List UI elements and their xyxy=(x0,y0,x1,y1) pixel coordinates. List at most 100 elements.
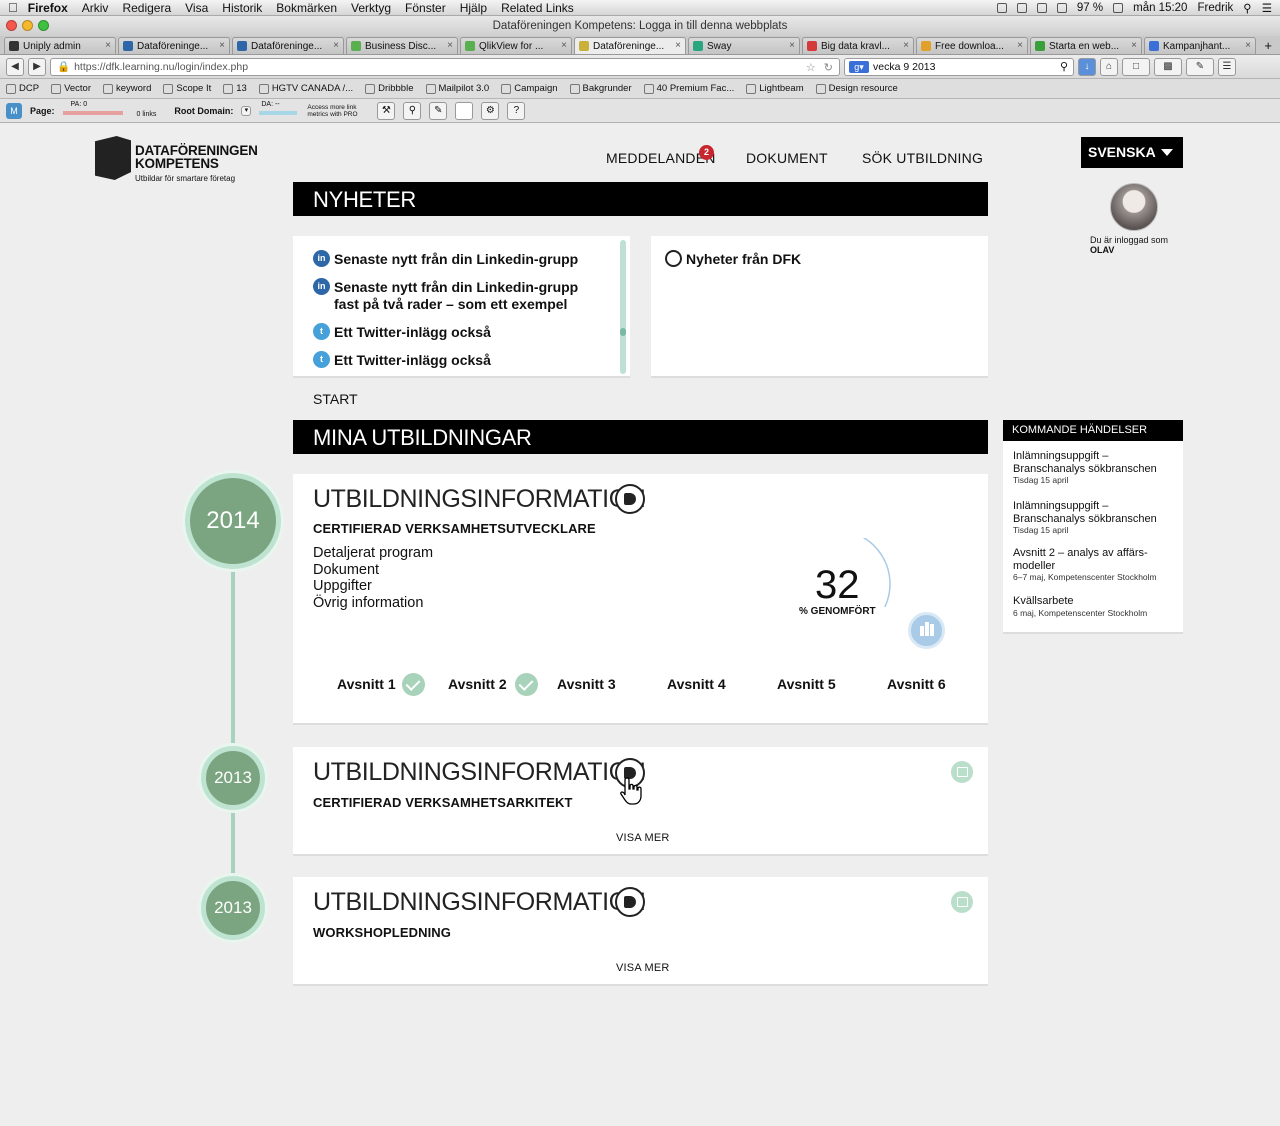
close-tab-icon[interactable]: × xyxy=(1131,40,1137,51)
zoom-window-icon[interactable] xyxy=(38,20,49,31)
close-tab-icon[interactable]: × xyxy=(447,40,453,51)
link-other-info[interactable]: Övrig information xyxy=(313,595,433,612)
wifi-icon[interactable] xyxy=(1036,3,1047,13)
browser-tab[interactable]: Dataföreninge... × xyxy=(232,37,344,54)
bookmark-item[interactable]: Dribbble xyxy=(365,83,414,94)
close-tab-icon[interactable]: × xyxy=(561,40,567,51)
bookmark-item[interactable]: 13 xyxy=(223,83,247,94)
list-item[interactable]: in Senaste nytt från din Linkedin-grupp xyxy=(313,250,578,268)
close-window-icon[interactable] xyxy=(6,20,17,31)
bookmark-item[interactable]: Scope It xyxy=(163,83,211,94)
bookmark-item[interactable]: Campaign xyxy=(501,83,558,94)
bookmark-item[interactable]: Bakgrunder xyxy=(569,83,632,94)
event-item[interactable]: Inlämningsuppgift – Branschanalys sökbra… xyxy=(1013,500,1183,535)
bookmark-item[interactable]: DCP xyxy=(6,83,39,94)
battery-status[interactable]: 97 % xyxy=(1077,2,1103,14)
browser-tab[interactable]: Sway × xyxy=(688,37,800,54)
event-item[interactable]: Kvällsarbete 6 maj, Kompetenscenter Stock… xyxy=(1013,595,1183,618)
spotlight-icon[interactable]: ⚲ xyxy=(1243,1,1251,15)
breadcrumb[interactable]: START xyxy=(313,391,358,407)
browser-tab[interactable]: Big data kravl... × xyxy=(802,37,914,54)
menu-item[interactable]: Visa xyxy=(185,1,208,15)
back-button[interactable]: ◀ xyxy=(6,57,24,76)
toolbar-icon[interactable]: □ xyxy=(1122,57,1150,76)
link-assignments[interactable]: Uppgifter xyxy=(313,578,433,595)
dropdown-icon[interactable]: ▾ xyxy=(241,105,252,116)
search-field[interactable]: g▾ vecka 9 2013 ⚲ xyxy=(844,57,1074,76)
browser-tab[interactable]: Kampanjhant... × xyxy=(1144,37,1256,54)
volume-icon[interactable] xyxy=(1056,3,1067,13)
search-tool-icon[interactable]: ⚲ xyxy=(403,101,422,120)
minimize-window-icon[interactable] xyxy=(22,20,33,31)
moz-icon[interactable]: M xyxy=(6,102,22,119)
menu-item[interactable]: Verktyg xyxy=(351,1,391,15)
home-icon[interactable]: ⌂ xyxy=(1100,57,1118,76)
scrollbar-thumb[interactable] xyxy=(620,328,626,336)
menu-item[interactable]: Related Links xyxy=(501,1,574,15)
list-item[interactable]: in Senaste nytt från din Linkedin-grupp f… xyxy=(313,278,603,313)
menu-app[interactable]: Firefox xyxy=(28,1,68,15)
toolbar-icon[interactable]: ✎ xyxy=(1186,57,1214,76)
close-tab-icon[interactable]: × xyxy=(675,40,681,51)
menu-item[interactable]: Hjälp xyxy=(460,1,487,15)
browser-tab[interactable]: QlikView for ... × xyxy=(460,37,572,54)
browser-tab[interactable]: Free downloa... × xyxy=(916,37,1028,54)
toolbar-icon[interactable]: ▩ xyxy=(1154,57,1182,76)
link-program[interactable]: Detaljerat program xyxy=(313,545,433,562)
nav-documents[interactable]: DOKUMENT xyxy=(746,150,828,166)
menu-item[interactable]: Fönster xyxy=(405,1,446,15)
section-4[interactable]: Avsnitt 4 xyxy=(667,676,726,692)
info-icon[interactable] xyxy=(615,887,645,917)
nav-search-courses[interactable]: SÖK UTBILDNING xyxy=(862,150,983,166)
search-icon[interactable]: ⚲ xyxy=(1060,60,1068,73)
bookmark-item[interactable]: Vector xyxy=(51,83,91,94)
avatar[interactable] xyxy=(1110,183,1158,231)
browser-tab[interactable]: Dataföreninge... × xyxy=(118,37,230,54)
menu-item[interactable]: Arkiv xyxy=(82,1,109,15)
share-icon[interactable] xyxy=(951,891,973,913)
bookmark-item[interactable]: HGTV CANADA /... xyxy=(258,83,353,94)
share-icon[interactable] xyxy=(951,761,973,783)
menu-item[interactable]: Historik xyxy=(222,1,262,15)
close-tab-icon[interactable]: × xyxy=(903,40,909,51)
reload-icon[interactable]: ↻ xyxy=(824,61,833,74)
menu-item[interactable]: Bokmärken xyxy=(276,1,337,15)
apple-icon[interactable]:  xyxy=(8,0,18,15)
help-icon[interactable]: ? xyxy=(507,101,526,120)
notification-icon[interactable]: ☰ xyxy=(1262,1,1272,15)
show-more-link[interactable]: VISA MER xyxy=(616,832,670,844)
section-2[interactable]: Avsnitt 2 xyxy=(448,676,507,692)
bookmark-item[interactable]: Design resource xyxy=(815,83,898,94)
status-icon[interactable] xyxy=(1016,3,1027,13)
section-1[interactable]: Avsnitt 1 xyxy=(337,676,396,692)
close-tab-icon[interactable]: × xyxy=(219,40,225,51)
site-logo[interactable]: DATAFÖRENINGEN KOMPETENS Utbildar för sm… xyxy=(95,136,258,185)
pencil-icon[interactable]: ✎ xyxy=(429,101,448,120)
pro-link[interactable]: Access more link metrics with PRO xyxy=(307,104,369,118)
event-item[interactable]: Inlämningsuppgift – Branschanalys sökbra… xyxy=(1013,450,1183,485)
language-select[interactable]: SVENSKA xyxy=(1081,137,1183,168)
browser-tab[interactable]: Uniply admin × xyxy=(4,37,116,54)
close-tab-icon[interactable]: × xyxy=(333,40,339,51)
close-tab-icon[interactable]: × xyxy=(789,40,795,51)
list-item[interactable]: t Ett Twitter-inlägg också xyxy=(313,323,491,341)
section-5[interactable]: Avsnitt 5 xyxy=(777,676,836,692)
event-item[interactable]: Avsnitt 2 – analys av affärs-modeller 6–7… xyxy=(1013,547,1183,582)
bookmark-item[interactable]: 40 Premium Fac... xyxy=(643,83,734,94)
gear-icon[interactable]: ⚙ xyxy=(481,101,500,120)
dfk-news-title-row[interactable]: Nyheter från DFK xyxy=(665,250,801,268)
link-documents[interactable]: Dokument xyxy=(313,562,433,579)
list-item[interactable]: t Ett Twitter-inlägg också xyxy=(313,351,491,369)
star-icon[interactable]: ☆ xyxy=(806,61,816,74)
google-icon[interactable]: g▾ xyxy=(849,60,869,73)
download-icon[interactable]: ↓ xyxy=(1078,57,1096,76)
close-tab-icon[interactable]: × xyxy=(105,40,111,51)
close-tab-icon[interactable]: × xyxy=(1245,40,1251,51)
user-name[interactable]: Fredrik xyxy=(1197,2,1233,14)
info-icon[interactable] xyxy=(615,484,645,514)
close-tab-icon[interactable]: × xyxy=(1017,40,1023,51)
section-3[interactable]: Avsnitt 3 xyxy=(557,676,616,692)
url-field[interactable]: 🔒 https://dfk.learning.nu/login/index.ph… xyxy=(50,57,840,76)
feed-scrollbar[interactable] xyxy=(620,240,626,374)
show-more-link[interactable]: VISA MER xyxy=(616,962,670,974)
